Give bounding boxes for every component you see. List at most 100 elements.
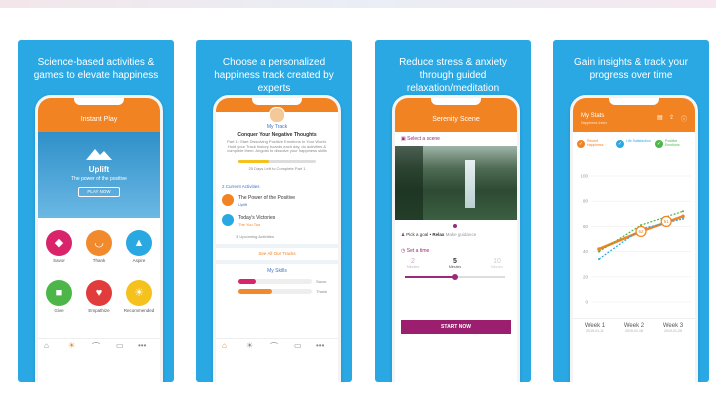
share-icon[interactable]: ⇪ (669, 114, 674, 121)
metric-label: Life Satisfaction (626, 139, 651, 143)
y-tick-label: 100 (580, 174, 588, 179)
panel-caption: Choose a personalized happiness track cr… (214, 57, 334, 94)
y-tick-label: 20 (583, 274, 589, 279)
panel-caption: Gain insights & track your progress over… (574, 57, 688, 81)
trees-left (395, 146, 423, 220)
data-point[interactable] (598, 258, 600, 261)
week-date: 2019-01-18 (625, 329, 643, 333)
time-value: 2 (411, 258, 415, 265)
activity-give[interactable]: ■ Give (46, 280, 72, 313)
data-point[interactable] (682, 210, 684, 213)
chat-icon[interactable]: ▭ (294, 341, 302, 350)
week-labels: Week 1 2019-01-11 Week 2 2019-01-18 Week… (573, 318, 695, 349)
see-all-tracks-link[interactable]: See All Our Tracks (216, 244, 338, 264)
track-label: My Track (266, 124, 288, 130)
panel-caption: Reduce stress & anxiety through guided r… (399, 57, 507, 94)
goal-row[interactable]: ♟ Pick a goal • Relax Make guidance (401, 232, 476, 238)
hero-banner[interactable]: Uplift The power of the positive PLAY NO… (38, 132, 160, 218)
sun-icon[interactable]: ☀ (246, 341, 253, 350)
data-point[interactable] (640, 224, 642, 227)
activity-subtitle: The You Too (238, 222, 261, 227)
goal-extra: Make guidance (445, 232, 477, 237)
heart-icon: ♥ (86, 280, 112, 306)
marker-label: 62 (638, 229, 644, 234)
mountain-icon: ▲ (126, 230, 152, 256)
panel-serenity: Reduce stress & anxiety through guided r… (375, 40, 531, 382)
play-now-button[interactable]: PLAY NOW (78, 187, 120, 197)
activity-recommended[interactable]: ☀ Recommended (124, 280, 156, 313)
phone-screen: Serenity Scene ▣ Select a scene ♟ Pick a… (392, 95, 520, 382)
time-option-selected[interactable]: 5 Minutes (443, 258, 467, 269)
time-slider-thumb[interactable] (452, 274, 458, 280)
home-icon[interactable]: ⌂ (44, 341, 49, 350)
hero-title: Uplift (88, 165, 110, 174)
time-slider[interactable] (405, 274, 505, 280)
skill-bar-thank (238, 289, 312, 294)
skill-bar-fill (238, 279, 256, 284)
check-icon: ✓ (616, 140, 624, 148)
y-tick-label: 40 (583, 249, 589, 254)
more-icon[interactable]: ••• (316, 341, 324, 350)
time-unit: Minutes (448, 265, 462, 269)
week-column[interactable]: Week 1 2019-01-11 (577, 323, 613, 333)
panel-stats: Gain insights & track your progress over… (553, 40, 709, 382)
start-now-button[interactable]: START NOW (401, 320, 511, 334)
phone-notch (74, 98, 124, 105)
time-option[interactable]: 10 Minutes (485, 258, 509, 269)
current-activities-label: 2 Current Activities (222, 184, 260, 189)
scene-image[interactable] (395, 146, 517, 220)
rainbow-icon[interactable]: ⌒ (92, 341, 100, 352)
activity-savor[interactable]: ◆ Savor (46, 230, 72, 263)
track-progress-fill (238, 160, 270, 163)
track-name: Conquer Your Negative Thoughts (237, 132, 317, 138)
time-value: 10 (493, 258, 501, 265)
week-column[interactable]: Week 3 2019-01-25 (655, 323, 691, 333)
skill-bar-savor (238, 279, 312, 284)
info-icon[interactable]: ⓘ (681, 114, 687, 123)
gift-icon: ■ (46, 280, 72, 306)
check-icon: ✓ (577, 140, 585, 148)
list-item[interactable]: Today's Victories The You Too (222, 214, 332, 228)
mountain-icon (86, 149, 112, 160)
activity-thumbnail (222, 194, 234, 206)
progress-text: 25 Days Left to Complete Part 1 (248, 166, 306, 171)
y-tick-label: 60 (583, 224, 589, 229)
chat-icon[interactable]: ▭ (116, 341, 124, 350)
week-column[interactable]: Week 2 2019-01-18 (616, 323, 652, 333)
data-point[interactable] (681, 214, 685, 219)
home-icon[interactable]: ⌂ (222, 341, 227, 350)
sun-icon[interactable]: ☀ (68, 341, 75, 350)
check-icon: ✓ (655, 140, 663, 148)
activity-label: Empathize (88, 308, 110, 313)
metric-label: Positive Emotions (665, 139, 680, 147)
top-strip (0, 0, 716, 8)
more-icon[interactable]: ••• (138, 341, 146, 350)
hero-subtitle: The power of the positive (71, 176, 127, 182)
data-point[interactable] (682, 217, 684, 220)
time-option[interactable]: 2 Minutes (401, 258, 425, 269)
activity-label: Thank (92, 258, 106, 263)
activity-empathize[interactable]: ♥ Empathize (86, 280, 112, 313)
hands-icon: ◡ (86, 230, 112, 256)
activity-aspire[interactable]: ▲ Aspire (126, 230, 152, 263)
screen-title: Serenity Scene (432, 116, 480, 123)
sun-icon: ☀ (126, 280, 152, 306)
time-unit: Minutes (406, 265, 420, 269)
goal-label: Pick a goal (406, 232, 429, 237)
select-scene-label: ▣ Select a scene (401, 136, 440, 142)
activity-title: Today's Victories (238, 215, 276, 221)
list-item[interactable]: The Power of the Positive Uplift (222, 194, 332, 208)
phone-notch (431, 98, 481, 105)
panel-caption: Science-based activities & games to elev… (33, 57, 159, 81)
select-scene-text: Select a scene (407, 136, 440, 142)
rainbow-icon[interactable]: ⌒ (270, 341, 278, 352)
activity-label: Savor (53, 258, 65, 263)
activity-thank[interactable]: ◡ Thank (86, 230, 112, 263)
y-tick-label: 0 (585, 300, 588, 305)
happiness-chart: 100 80 60 40 20 0 62 61 (580, 174, 691, 305)
activity-label: Recommended (123, 308, 155, 313)
data-point[interactable] (598, 250, 600, 253)
skill-bar-fill (238, 289, 273, 294)
phone-screen: My Track Conquer Your Negative Thoughts … (213, 95, 341, 382)
calendar-icon[interactable]: ▤ (657, 114, 663, 121)
